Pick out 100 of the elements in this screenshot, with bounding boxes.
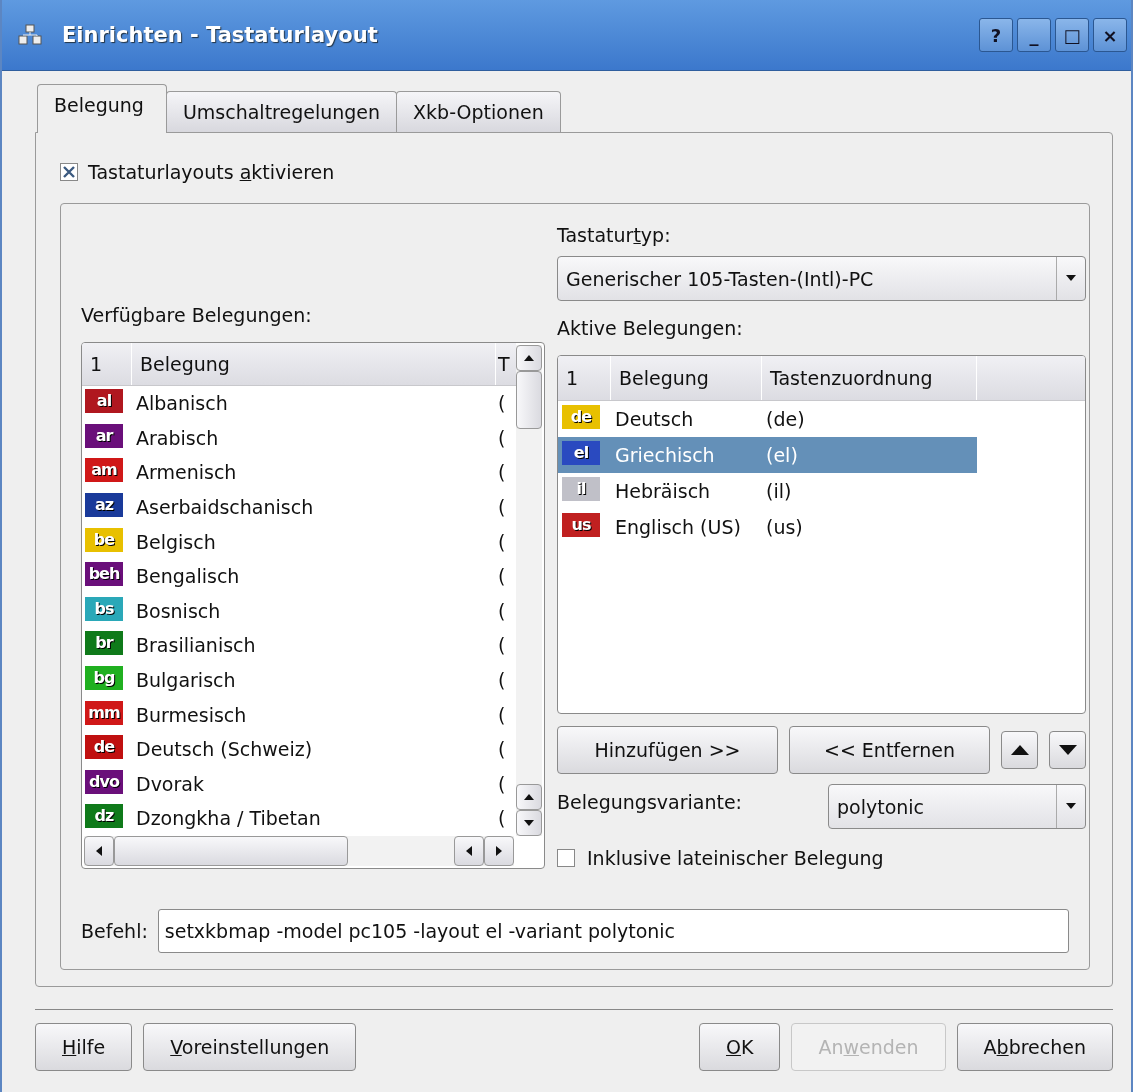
flag-icon: el bbox=[562, 441, 600, 465]
list-item[interactable]: Dvorak bbox=[132, 772, 496, 795]
dialog-button[interactable]: OK bbox=[699, 1023, 781, 1071]
field-label: Belegungsvariante: bbox=[557, 790, 742, 813]
column-header[interactable]: T bbox=[496, 343, 516, 385]
triangle-down-icon bbox=[1057, 744, 1078, 756]
layout-name: Hebräisch bbox=[614, 480, 712, 502]
dialog-button[interactable]: Abbrechen bbox=[956, 1023, 1113, 1071]
list-row[interactable]: us Englisch (US) (us) bbox=[558, 509, 977, 545]
vertical-scrollbar[interactable] bbox=[516, 345, 542, 836]
list-label: Aktive Belegungen: bbox=[557, 317, 744, 339]
window-title: Einrichten - Tastaturlayout bbox=[62, 23, 379, 47]
table-cell-text: ( bbox=[497, 599, 507, 622]
list-item[interactable]: Belgisch bbox=[132, 530, 496, 553]
flag-icon: dz bbox=[85, 804, 123, 829]
minimize-button[interactable]: _ bbox=[1017, 18, 1051, 52]
list-item[interactable]: Armenisch bbox=[132, 461, 496, 484]
list-item[interactable]: Albanisch bbox=[132, 392, 496, 415]
variant-dropdown[interactable]: polytonic bbox=[828, 784, 1086, 829]
triangle-up-icon bbox=[1009, 744, 1030, 756]
tab[interactable]: Umschaltregelungen bbox=[165, 91, 398, 132]
table-cell-text: ( bbox=[497, 807, 507, 830]
tab[interactable]: Xkb-Optionen bbox=[396, 91, 561, 132]
flag-icon: br bbox=[85, 631, 123, 656]
layout-name: Griechisch bbox=[614, 444, 716, 466]
flag-icon: ar bbox=[85, 423, 123, 448]
layout-code: (de) bbox=[765, 408, 806, 430]
add-button[interactable]: Hinzufügen >> bbox=[557, 726, 778, 774]
list-row[interactable]: de Deutsch (de) bbox=[558, 401, 977, 437]
table-cell-text: ( bbox=[497, 703, 507, 726]
checkbox[interactable] bbox=[557, 849, 575, 867]
list-item[interactable]: Aserbaidschanisch bbox=[132, 496, 496, 519]
list-item[interactable]: Deutsch (Schweiz) bbox=[132, 738, 496, 761]
scroll-down-icon[interactable] bbox=[516, 810, 542, 836]
list-item[interactable]: Bulgarisch bbox=[132, 669, 496, 692]
layout-name: Deutsch bbox=[614, 408, 695, 430]
table-cell-text: ( bbox=[497, 738, 507, 761]
keyboard-type-dropdown[interactable]: Generischer 105-Tasten-(Intl)-PC bbox=[557, 256, 1086, 301]
caret-down-icon bbox=[1065, 803, 1077, 810]
scroll-right-icon[interactable] bbox=[484, 836, 514, 866]
tab[interactable]: Belegung bbox=[37, 84, 167, 133]
flag-icon: mm bbox=[85, 700, 123, 725]
table-cell-text: ( bbox=[497, 772, 507, 795]
scroll-left-icon[interactable] bbox=[454, 836, 484, 866]
move-down-button[interactable] bbox=[1049, 731, 1086, 769]
flag-icon: be bbox=[85, 527, 123, 552]
maximize-button[interactable]: □ bbox=[1055, 18, 1089, 52]
table-cell-text: ( bbox=[497, 634, 507, 657]
column-header[interactable]: Tastenzuordnung bbox=[762, 356, 977, 400]
list-item[interactable]: Bengalisch bbox=[132, 565, 496, 588]
scroll-left-icon[interactable] bbox=[84, 836, 114, 866]
layout-code: (us) bbox=[765, 516, 804, 538]
horizontal-scrollbar[interactable] bbox=[84, 836, 514, 866]
table-cell-text: ( bbox=[497, 565, 507, 588]
layout-code: (il) bbox=[765, 480, 793, 502]
scroll-thumb[interactable] bbox=[516, 371, 542, 429]
flag-icon: bs bbox=[85, 596, 123, 621]
table-cell-text: ( bbox=[497, 530, 507, 553]
column-header[interactable]: Belegung bbox=[132, 343, 496, 385]
close-button[interactable]: × bbox=[1093, 18, 1127, 52]
checkbox-label: Inklusive lateinischer Belegung bbox=[587, 847, 884, 869]
move-up-button[interactable] bbox=[1001, 731, 1038, 769]
table-cell-text: ( bbox=[497, 669, 507, 692]
command-field[interactable]: setxkbmap -model pc105 -layout el -variant polytonic bbox=[157, 909, 1069, 953]
layout-name: Englisch (US) bbox=[614, 516, 742, 538]
flag-icon: az bbox=[85, 493, 123, 518]
list-row[interactable]: el Griechisch (el) bbox=[558, 437, 977, 473]
checkbox[interactable] bbox=[60, 163, 78, 181]
list-label: Verfügbare Belegungen: bbox=[81, 304, 313, 326]
column-header[interactable]: 1 bbox=[82, 343, 132, 385]
checkbox-label: Tastaturlayouts aktivieren bbox=[88, 161, 335, 183]
table-cell-text: ( bbox=[497, 461, 507, 484]
flag-icon: il bbox=[562, 477, 600, 501]
scroll-up-icon[interactable] bbox=[516, 345, 542, 371]
dialog-button[interactable]: Hilfe bbox=[35, 1023, 133, 1071]
layout-code: (el) bbox=[765, 444, 799, 466]
column-header[interactable]: 1 bbox=[558, 356, 611, 400]
list-item[interactable]: Dzongkha / Tibetan bbox=[132, 807, 496, 830]
scroll-up-icon[interactable] bbox=[516, 784, 542, 810]
list-item[interactable]: Brasilianisch bbox=[132, 634, 496, 657]
column-header[interactable]: Belegung bbox=[611, 356, 762, 400]
dialog-button[interactable]: Voreinstellungen bbox=[143, 1023, 357, 1071]
field-label: Tastaturtyp: bbox=[557, 224, 672, 246]
list-item[interactable]: Burmesisch bbox=[132, 703, 496, 726]
table-cell-text: ( bbox=[497, 426, 507, 449]
list-row[interactable]: il Hebräisch (il) bbox=[558, 473, 977, 509]
table-cell-text: ( bbox=[497, 496, 507, 519]
field-label: Befehl: bbox=[81, 920, 148, 942]
flag-icon: de bbox=[85, 735, 123, 760]
list-item[interactable]: Bosnisch bbox=[132, 599, 496, 622]
scroll-thumb[interactable] bbox=[114, 836, 348, 866]
flag-icon: de bbox=[562, 405, 600, 429]
flag-icon: bg bbox=[85, 666, 123, 691]
flag-icon: am bbox=[85, 458, 123, 483]
caret-down-icon bbox=[1065, 275, 1077, 282]
list-item[interactable]: Arabisch bbox=[132, 426, 496, 449]
flag-icon: dvo bbox=[85, 769, 123, 794]
help-button[interactable]: ? bbox=[979, 18, 1013, 52]
flag-icon: us bbox=[562, 513, 600, 537]
remove-button[interactable]: << Entfernen bbox=[789, 726, 990, 774]
